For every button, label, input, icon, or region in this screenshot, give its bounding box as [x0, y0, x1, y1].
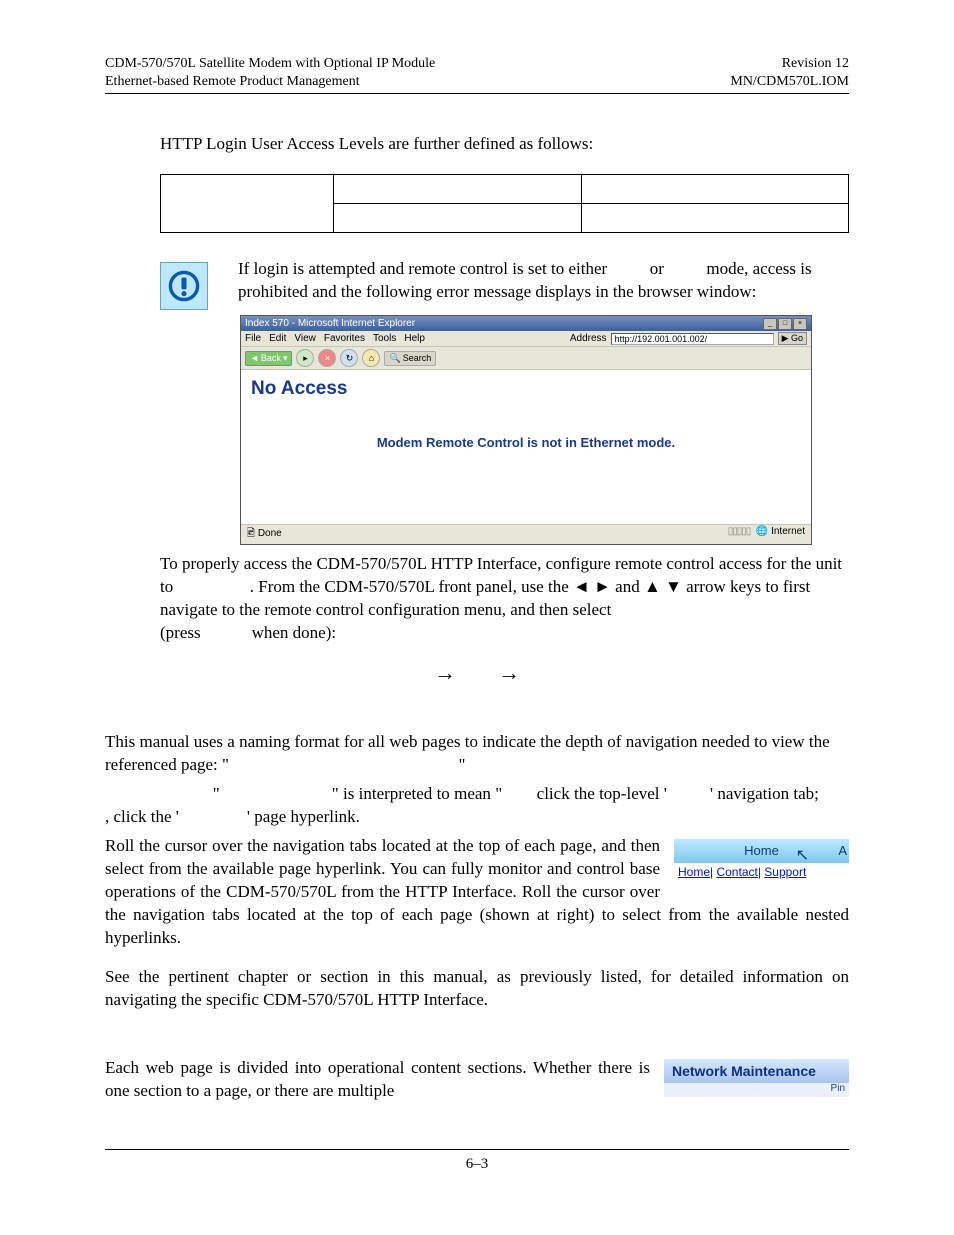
naming-1a: This manual uses a naming format for all…	[105, 732, 830, 774]
browser-content: No Access Modem Remote Control is not in…	[241, 370, 811, 524]
ping-label: Pin	[831, 1083, 845, 1094]
page: CDM-570/570L Satellite Modem with Option…	[0, 0, 954, 1213]
naming-2d: ' navigation tab;	[710, 784, 819, 803]
status-done: 🖻 Done	[247, 526, 282, 543]
link-home[interactable]: Home	[678, 865, 710, 879]
naming-para-1: This manual uses a naming format for all…	[105, 731, 849, 777]
arrow-icon: →	[498, 660, 520, 686]
menu-help[interactable]: Help	[404, 333, 425, 344]
tab-partial: A	[838, 843, 847, 858]
address-wrap: Address http://192.001.001.002/ ▶ Go	[570, 332, 807, 345]
page-header: CDM-570/570L Satellite Modem with Option…	[105, 55, 849, 94]
forward-button[interactable]: ▸	[296, 349, 314, 367]
network-maintenance-header: Network Maintenance	[664, 1059, 849, 1083]
naming-2e: , click the '	[105, 807, 179, 826]
menu-tools[interactable]: Tools	[373, 333, 396, 344]
doc-title: CDM-570/570L Satellite Modem with Option…	[105, 55, 435, 73]
revision: Revision 12	[730, 55, 849, 73]
config-para-d: when done):	[252, 623, 337, 642]
go-button[interactable]: ▶ Go	[778, 332, 807, 345]
minimize-icon[interactable]: _	[763, 318, 777, 330]
browser-title-text: Index 570 - Microsoft Internet Explorer	[245, 318, 415, 329]
internet-label: Internet	[771, 526, 805, 537]
see-chapter-para: See the pertinent chapter or section in …	[105, 966, 849, 1012]
table-cell	[334, 204, 582, 233]
access-levels-table	[160, 174, 849, 233]
menu-favorites[interactable]: Favorites	[324, 333, 365, 344]
intro-text: HTTP Login User Access Levels are furthe…	[160, 134, 849, 154]
note-text: If login is attempted and remote control…	[238, 258, 849, 310]
back-label: Back	[261, 353, 281, 363]
modem-error-message: Modem Remote Control is not in Ethernet …	[251, 435, 801, 450]
footer-rule	[105, 1149, 849, 1150]
go-label: Go	[791, 333, 803, 343]
naming-2a: "	[213, 784, 220, 803]
address-label: Address	[570, 333, 607, 344]
search-label: Search	[403, 353, 432, 363]
config-para-b: . From the CDM-570/570L front panel, use…	[160, 577, 810, 619]
table-cell	[582, 204, 849, 233]
table-cell	[582, 175, 849, 204]
status-zone: ▯▯▯▯▯ 🌐 Internet	[728, 526, 805, 543]
back-button[interactable]: ◄ Back ▾	[245, 351, 292, 366]
refresh-button[interactable]: ↻	[340, 349, 358, 367]
naming-1b: "	[458, 755, 465, 774]
search-button[interactable]: 🔍 Search	[384, 351, 436, 366]
table-cell	[334, 175, 582, 204]
menu-edit[interactable]: Edit	[269, 333, 286, 344]
menu-view[interactable]: View	[294, 333, 316, 344]
browser-status-bar: 🖻 Done ▯▯▯▯▯ 🌐 Internet	[241, 524, 811, 544]
arrow-icon: →	[434, 660, 456, 686]
naming-2f: ' page hyperlink.	[247, 807, 360, 826]
doc-subtitle: Ethernet-based Remote Product Management	[105, 73, 435, 91]
link-contact[interactable]: Contact	[716, 865, 757, 879]
note-or: or	[650, 259, 664, 278]
naming-2b: " is interpreted to mean "	[332, 784, 502, 803]
table-cell	[161, 175, 334, 233]
browser-title-bar: Index 570 - Microsoft Internet Explorer …	[241, 316, 811, 331]
browser-toolbar: ◄ Back ▾ ▸ × ↻ ⌂ 🔍 Search	[241, 347, 811, 370]
naming-2c: click the top-level '	[537, 784, 667, 803]
naming-para-2: " " is interpreted to mean " click the t…	[105, 783, 849, 829]
nav-arrows-line: → →	[105, 660, 849, 686]
cursor-icon: ↖	[796, 845, 809, 865]
no-access-heading: No Access	[251, 378, 801, 400]
header-right: Revision 12 MN/CDM570L.IOM	[730, 55, 849, 91]
maximize-icon[interactable]: □	[778, 318, 792, 330]
config-para-c: (press	[160, 623, 201, 642]
home-button[interactable]: ⌂	[362, 349, 380, 367]
stop-button[interactable]: ×	[318, 349, 336, 367]
done-label: Done	[258, 528, 282, 539]
page-number: 6–3	[105, 1156, 849, 1173]
tab-home[interactable]: Home	[744, 843, 779, 858]
address-bar[interactable]: http://192.001.001.002/	[611, 333, 774, 345]
link-support[interactable]: Support	[764, 865, 806, 879]
note-lead: If login is attempted and remote control…	[238, 259, 607, 278]
menu-file[interactable]: File	[245, 333, 261, 344]
nav-tabs-preview: Home ↖ A Home| Contact| Support	[674, 839, 849, 881]
browser-window: Index 570 - Microsoft Internet Explorer …	[240, 315, 812, 545]
note-block: If login is attempted and remote control…	[160, 258, 849, 310]
header-left: CDM-570/570L Satellite Modem with Option…	[105, 55, 435, 91]
network-maintenance-body: Pin	[664, 1083, 849, 1097]
tab-bar[interactable]: Home ↖ A	[674, 839, 849, 863]
doc-number: MN/CDM570L.IOM	[730, 73, 849, 91]
close-icon[interactable]: ×	[793, 318, 807, 330]
sub-links: Home| Contact| Support	[674, 863, 849, 881]
table-row	[161, 175, 849, 204]
network-maintenance-preview: Network Maintenance Pin	[664, 1059, 849, 1097]
alert-icon	[160, 262, 208, 310]
config-para: To properly access the CDM-570/570L HTTP…	[160, 553, 849, 645]
window-controls: _□×	[762, 317, 807, 330]
browser-menubar: File Edit View Favorites Tools Help Addr…	[241, 331, 811, 347]
